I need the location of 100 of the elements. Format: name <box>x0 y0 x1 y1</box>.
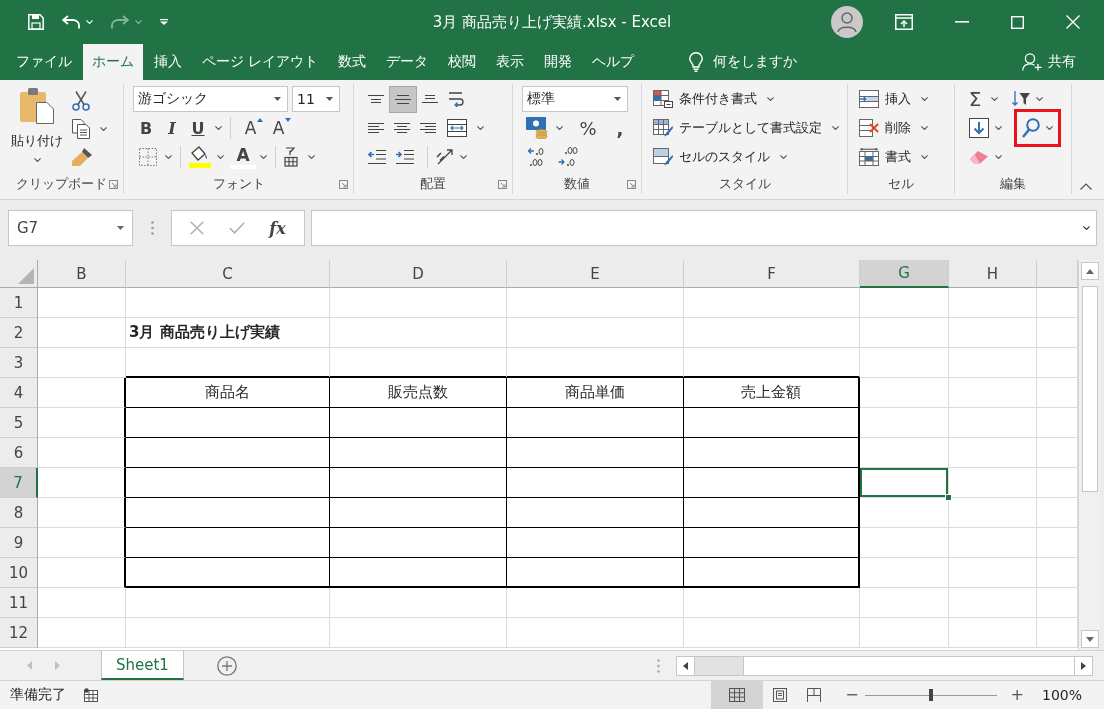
menu-tab[interactable]: ヘルプ <box>583 44 644 80</box>
align-middle-icon[interactable] <box>389 85 417 113</box>
table-cell[interactable] <box>330 468 507 498</box>
caret-icon[interactable] <box>1083 226 1090 230</box>
diagonal-arrow-icon[interactable] <box>436 148 454 166</box>
sheet-cell[interactable] <box>38 528 126 558</box>
maximize-icon[interactable] <box>1011 15 1024 29</box>
dialog-launcher-icon[interactable] <box>627 179 636 189</box>
menu-tab[interactable]: 開発 <box>535 44 582 80</box>
caret-icon[interactable] <box>995 126 1002 130</box>
table-cell[interactable] <box>126 558 330 588</box>
spreadsheet-icon[interactable] <box>84 688 98 702</box>
row-header[interactable]: 3 <box>0 348 38 378</box>
table-cell[interactable] <box>684 408 860 438</box>
sheet-cell[interactable] <box>38 438 126 468</box>
caret-icon[interactable] <box>308 155 315 159</box>
active-cell[interactable] <box>860 468 949 498</box>
cell-styles-button[interactable]: セルのスタイル <box>653 144 787 170</box>
menu-tab[interactable]: 挿入 <box>145 44 191 80</box>
table-cell[interactable]: 商品名 <box>126 378 330 408</box>
caret-icon[interactable] <box>921 97 928 101</box>
scroll-down-button[interactable] <box>1080 630 1099 648</box>
align-bottom-icon[interactable] <box>422 95 438 103</box>
money-icon[interactable] <box>526 117 548 139</box>
sheet-cell[interactable]: 3月 商品売り上げ実績 <box>126 318 330 348</box>
name-box[interactable]: G7 <box>8 210 133 246</box>
row-header[interactable]: 6 <box>0 438 38 468</box>
table-cell[interactable]: 販売点数 <box>330 378 507 408</box>
undo-icon[interactable] <box>62 15 80 29</box>
scroll-thumb[interactable] <box>743 656 1074 675</box>
row-header[interactable]: 11 <box>0 588 38 618</box>
column-header[interactable]: H <box>949 260 1037 288</box>
scroll-up-button[interactable] <box>1080 262 1099 280</box>
dialog-launcher-icon[interactable] <box>339 179 348 189</box>
column-header[interactable]: C <box>126 260 330 288</box>
caret-icon[interactable] <box>991 97 998 101</box>
column-header[interactable]: D <box>330 260 507 288</box>
caret-icon[interactable] <box>460 155 467 159</box>
caret-icon[interactable] <box>556 126 563 130</box>
table-cell[interactable] <box>684 498 860 528</box>
row-header[interactable]: 5 <box>0 408 38 438</box>
insert-button[interactable]: 挿入 <box>859 86 928 112</box>
font-name-dropdown[interactable]: 游ゴシック <box>133 86 288 112</box>
table-cell[interactable] <box>126 528 330 558</box>
table-cell[interactable] <box>330 408 507 438</box>
decrease-decimal-icon[interactable] <box>558 147 578 167</box>
sheet-cell[interactable] <box>38 498 126 528</box>
menu-tab[interactable]: 校閲 <box>439 44 486 80</box>
format-as-table-button[interactable]: テーブルとして書式設定 <box>653 115 839 141</box>
insert-function-button[interactable]: fx <box>269 218 286 238</box>
share-button[interactable]: 共有 <box>1022 44 1076 80</box>
search-icon[interactable] <box>1022 118 1040 138</box>
horizontal-scrollbar[interactable] <box>676 655 1093 676</box>
column-header[interactable]: E <box>507 260 684 288</box>
zoom-in-button[interactable]: + <box>1010 687 1024 703</box>
table-cell[interactable] <box>126 438 330 468</box>
dialog-launcher-icon[interactable] <box>498 179 507 189</box>
table-cell[interactable] <box>684 528 860 558</box>
tell-me-button[interactable]: 何をしますか <box>689 44 798 80</box>
font-size-dropdown[interactable]: 11 <box>292 86 340 112</box>
menu-tab[interactable]: 数式 <box>329 44 376 80</box>
paste-button[interactable]: 貼り付け <box>6 84 68 174</box>
formula-input-field[interactable] <box>311 210 1097 246</box>
sort-filter-icon[interactable] <box>1012 91 1030 107</box>
caret-icon[interactable] <box>1036 97 1043 101</box>
avatar-icon[interactable] <box>831 6 863 38</box>
sheet-cell[interactable] <box>38 378 126 408</box>
caret-icon[interactable] <box>921 126 928 130</box>
align-right-icon[interactable] <box>420 122 436 134</box>
table-cell[interactable] <box>507 498 684 528</box>
align-center-icon[interactable] <box>394 122 410 134</box>
column-header[interactable]: B <box>38 260 126 288</box>
plus-circle-icon[interactable] <box>216 655 237 676</box>
grow-font-button[interactable]: A <box>241 115 267 141</box>
increase-indent-icon[interactable] <box>396 150 414 164</box>
caret-icon[interactable] <box>100 127 107 131</box>
caret-icon[interactable] <box>767 97 774 101</box>
fill-down-icon[interactable] <box>969 118 989 138</box>
sheet-cell[interactable] <box>38 408 126 438</box>
format-button[interactable]: 書式 <box>859 144 928 170</box>
table-cell[interactable] <box>330 528 507 558</box>
bold-button[interactable]: B <box>133 115 159 141</box>
percent-button[interactable]: % <box>575 115 601 141</box>
vertical-scrollbar[interactable] <box>1078 260 1100 650</box>
row-header[interactable]: 7 <box>0 468 38 498</box>
page-break-icon[interactable] <box>807 688 822 702</box>
close-icon[interactable] <box>1066 15 1080 29</box>
table-cell[interactable] <box>507 528 684 558</box>
grid-icon[interactable] <box>711 681 764 709</box>
table-cell[interactable] <box>126 408 330 438</box>
row-header[interactable]: 10 <box>0 558 38 588</box>
table-cell[interactable] <box>330 558 507 588</box>
sheet-cell[interactable] <box>38 468 126 498</box>
table-cell[interactable] <box>507 558 684 588</box>
table-cell[interactable] <box>507 468 684 498</box>
table-cell[interactable] <box>507 438 684 468</box>
caret-icon[interactable] <box>832 126 839 130</box>
italic-button[interactable]: I <box>159 115 185 141</box>
menu-tab[interactable]: ページ レイアウト <box>193 44 328 80</box>
row-header[interactable]: 9 <box>0 528 38 558</box>
